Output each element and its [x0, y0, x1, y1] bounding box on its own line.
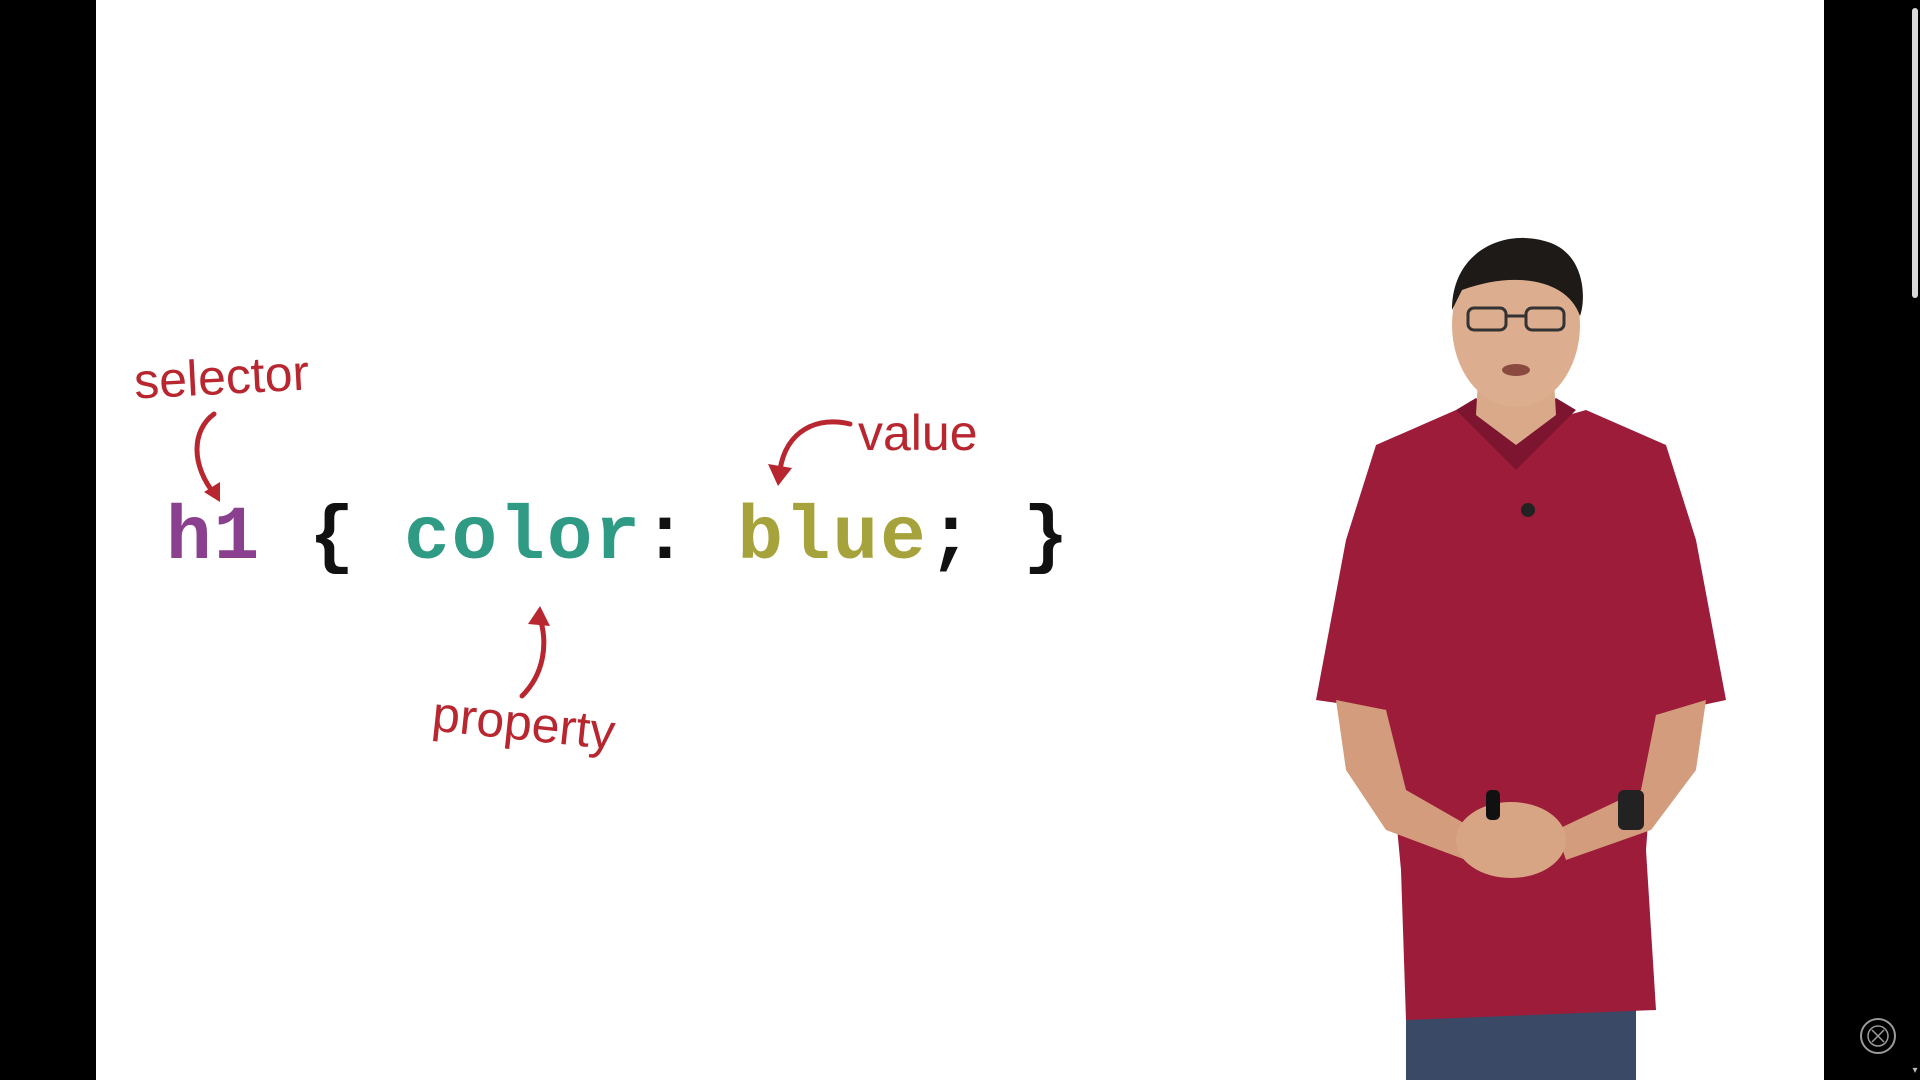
css-rule-code: h1 { color: blue; } [166, 500, 1071, 576]
code-property-token: color [404, 495, 643, 581]
channel-watermark-icon[interactable] [1858, 1016, 1898, 1056]
chevron-down-icon[interactable]: ▾ [1910, 1066, 1920, 1076]
selector-annotation: selector [132, 344, 311, 410]
code-close-brace-token: } [1022, 495, 1071, 581]
value-annotation: value [858, 405, 978, 461]
code-selector-token: h1 [166, 495, 262, 581]
scrollbar[interactable] [1910, 0, 1920, 1080]
value-arrow-icon [768, 419, 853, 486]
property-annotation: property [429, 685, 618, 761]
scrollbar-thumb[interactable] [1912, 8, 1918, 298]
code-open-brace-token: { [308, 495, 357, 581]
video-frame[interactable]: selector h1 { color: blue; } value prope… [96, 0, 1824, 1080]
code-value-token: blue [737, 495, 928, 581]
code-semicolon-token: ; [927, 495, 976, 581]
presenter-figure [1316, 237, 1726, 1080]
video-player[interactable]: selector h1 { color: blue; } value prope… [0, 0, 1920, 1080]
code-colon-token: : [642, 495, 690, 581]
property-arrow-icon [519, 606, 550, 699]
